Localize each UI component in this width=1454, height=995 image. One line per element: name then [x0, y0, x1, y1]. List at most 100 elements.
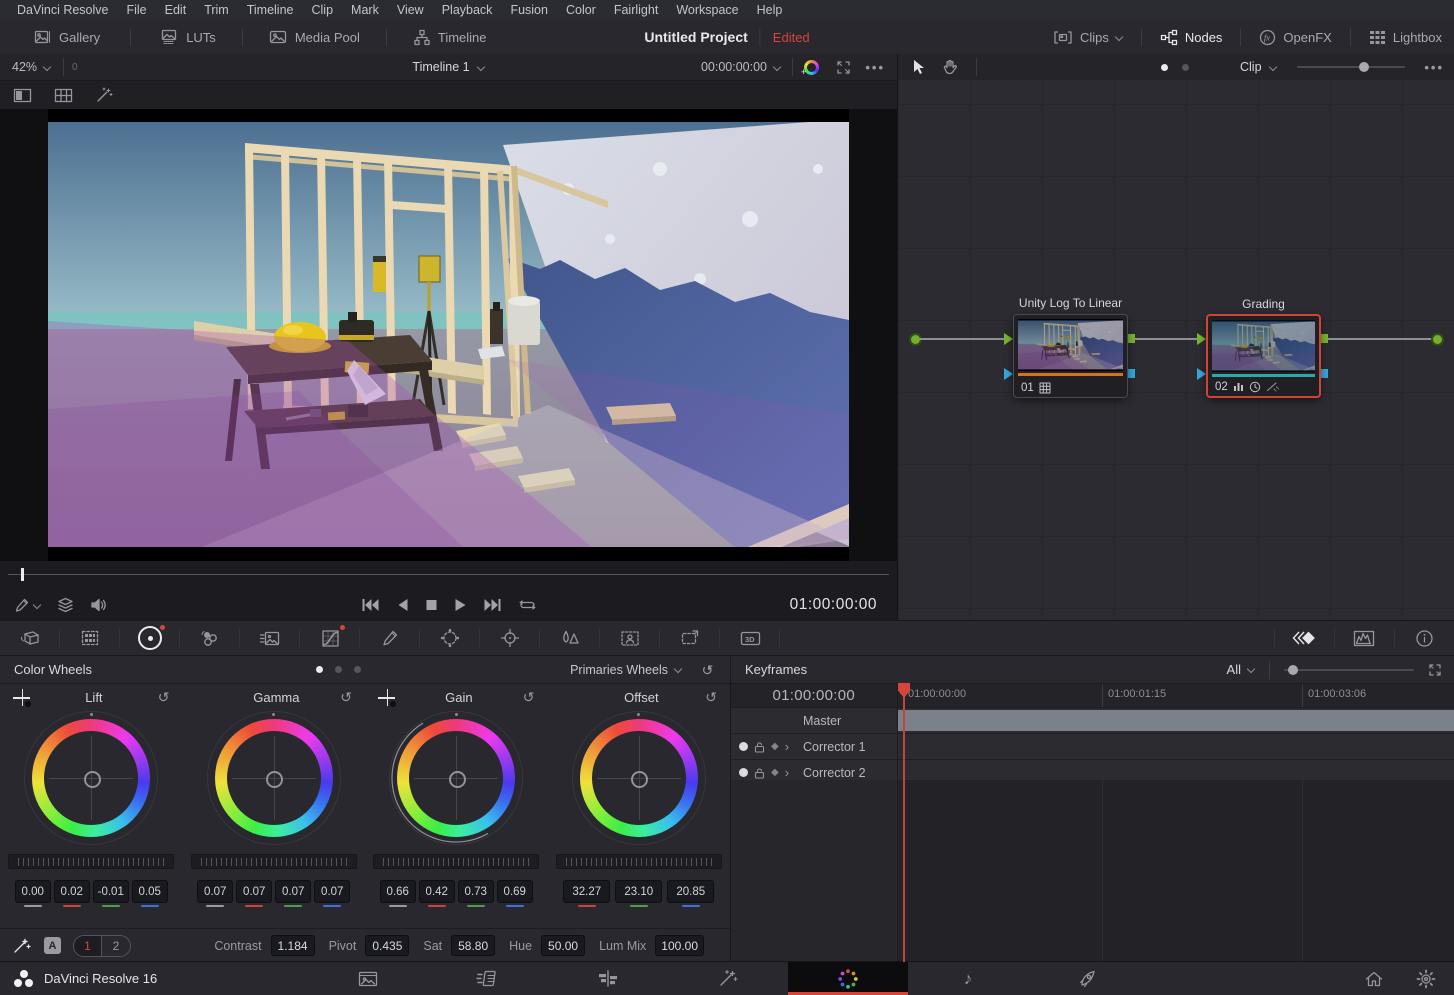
hue-value[interactable]: 50.00 [541, 935, 585, 956]
gamma-wheel[interactable] [207, 711, 341, 845]
menu-workspace[interactable]: Workspace [667, 0, 747, 20]
key-input-port[interactable] [1197, 368, 1206, 380]
skip-end-icon[interactable] [483, 598, 501, 612]
tracker-tool[interactable] [480, 621, 540, 655]
offset-master-slider[interactable] [556, 854, 722, 869]
scrubber[interactable] [0, 561, 897, 589]
play-icon[interactable] [454, 598, 466, 612]
menu-timeline[interactable]: Timeline [238, 0, 303, 20]
wheels-mode-select[interactable]: Primaries Wheels [570, 663, 682, 677]
node-01[interactable]: Unity Log To Linear 01 [1013, 314, 1128, 398]
lift-wheel[interactable] [24, 711, 158, 845]
enhance-wand-icon[interactable] [95, 87, 114, 103]
audio-mute-icon[interactable] [90, 597, 108, 613]
page-dot-1[interactable] [316, 666, 323, 673]
lift-g-value[interactable]: -0.01 [93, 880, 129, 903]
gain-r-value[interactable]: 0.42 [419, 880, 455, 903]
keyframe-diamond-icon[interactable]: ◆ [771, 741, 779, 752]
viewer-timecode-field[interactable]: 00:00:00:00 [701, 60, 781, 74]
luts-button[interactable]: LUTs [161, 29, 216, 46]
gain-reset-button[interactable]: ↺ [523, 690, 535, 704]
node-zoom-slider[interactable] [1297, 66, 1405, 68]
output-endpoint[interactable] [1431, 333, 1444, 346]
menu-file[interactable]: File [117, 0, 155, 20]
menu-playback[interactable]: Playback [433, 0, 502, 20]
balance-indicator[interactable] [84, 771, 101, 788]
balance-indicator[interactable] [266, 771, 283, 788]
openfx-button[interactable]: fx OpenFX [1259, 29, 1331, 46]
blur-tool[interactable] [540, 621, 600, 655]
loop-icon[interactable] [518, 598, 536, 612]
gain-master-slider[interactable] [373, 854, 539, 869]
motion-effects-tool[interactable] [240, 621, 300, 655]
skip-start-icon[interactable] [361, 598, 379, 612]
camera-raw-tool[interactable] [0, 621, 60, 655]
gamma-g-value[interactable]: 0.07 [275, 880, 311, 903]
rgb-input-port[interactable] [1197, 333, 1206, 345]
gamma-master-slider[interactable] [191, 854, 357, 869]
page-tab-edit[interactable] [548, 962, 668, 995]
keyframes-ruler[interactable]: 01:00:00:00 01:00:00:00 01:00:01:15 01:0… [731, 684, 1454, 708]
media-pool-button[interactable]: Media Pool [269, 29, 360, 45]
expand-track-icon[interactable]: › [785, 766, 789, 779]
menu-trim[interactable]: Trim [195, 0, 238, 20]
viewer-zoom-select[interactable]: 42% [0, 60, 51, 74]
key-tool[interactable] [600, 621, 660, 655]
gallery-button[interactable]: Gallery [34, 29, 100, 45]
info-button[interactable] [1394, 621, 1454, 655]
node-mode-select[interactable]: Clip [1240, 60, 1277, 74]
track-lane[interactable] [898, 708, 1454, 733]
page-dot-2[interactable] [335, 666, 342, 673]
keyframe-diamond-icon[interactable]: ◆ [771, 767, 779, 778]
gamma-b-value[interactable]: 0.07 [314, 880, 350, 903]
gain-g-value[interactable]: 0.73 [458, 880, 494, 903]
node-wire[interactable] [1328, 338, 1431, 340]
page-tab-color[interactable] [788, 962, 908, 995]
key-input-port[interactable] [1004, 368, 1013, 380]
slider-thumb[interactable] [1288, 665, 1298, 675]
grab-still-button[interactable] [14, 597, 41, 613]
lift-b-value[interactable]: 0.05 [132, 880, 168, 903]
rgb-input-port[interactable] [1004, 333, 1013, 345]
lift-y-value[interactable]: 0.00 [15, 880, 51, 903]
lift-r-value[interactable]: 0.02 [54, 880, 90, 903]
lock-icon[interactable] [754, 767, 765, 779]
balance-indicator[interactable] [449, 771, 466, 788]
track-lane[interactable] [898, 734, 1454, 759]
pivot-value[interactable]: 0.435 [365, 935, 409, 956]
power-window-tool[interactable] [420, 621, 480, 655]
offset-reset-button[interactable]: ↺ [705, 690, 717, 704]
step-back-icon[interactable] [396, 598, 408, 612]
lift-master-slider[interactable] [8, 854, 174, 869]
adjust-page-1[interactable]: 1 [74, 936, 102, 956]
select-tool-icon[interactable] [912, 59, 926, 75]
timeline-select[interactable]: Timeline 1 [412, 60, 484, 74]
sizing-tool[interactable] [660, 621, 720, 655]
color-match-tool[interactable] [60, 621, 120, 655]
gain-wheel[interactable] [389, 711, 523, 845]
menu-help[interactable]: Help [748, 0, 792, 20]
rgb-mixer-tool[interactable] [180, 621, 240, 655]
page-tab-deliver[interactable] [1028, 962, 1148, 995]
stop-icon[interactable] [425, 599, 437, 611]
scrubber-playhead[interactable] [21, 568, 24, 581]
layers-icon[interactable] [57, 597, 74, 613]
lift-crosshair-icon[interactable] [13, 689, 30, 706]
menu-view[interactable]: View [388, 0, 433, 20]
offset-b-value[interactable]: 20.85 [667, 880, 714, 903]
page-tab-cut[interactable] [428, 962, 548, 995]
track-enable-icon[interactable] [739, 742, 748, 751]
node-graph[interactable]: Unity Log To Linear 01 Grading [898, 80, 1454, 620]
scrubber-track[interactable] [8, 574, 889, 575]
reset-all-button[interactable]: ↺+ [702, 663, 718, 677]
clips-button[interactable]: Clips [1053, 30, 1123, 45]
expand-panel-icon[interactable] [1428, 663, 1442, 677]
page-tab-fairlight[interactable]: ♪ [908, 962, 1028, 995]
viewer-options-button[interactable]: ••• [865, 60, 885, 75]
offset-wheel[interactable] [572, 711, 706, 845]
color-wheels-tool[interactable] [120, 621, 180, 655]
keyframes-panel-toggle[interactable] [1274, 621, 1334, 655]
menu-edit[interactable]: Edit [156, 0, 196, 20]
pan-tool-icon[interactable] [942, 59, 958, 75]
track-row-corrector-1[interactable]: ◆ › Corrector 1 [731, 734, 1454, 760]
